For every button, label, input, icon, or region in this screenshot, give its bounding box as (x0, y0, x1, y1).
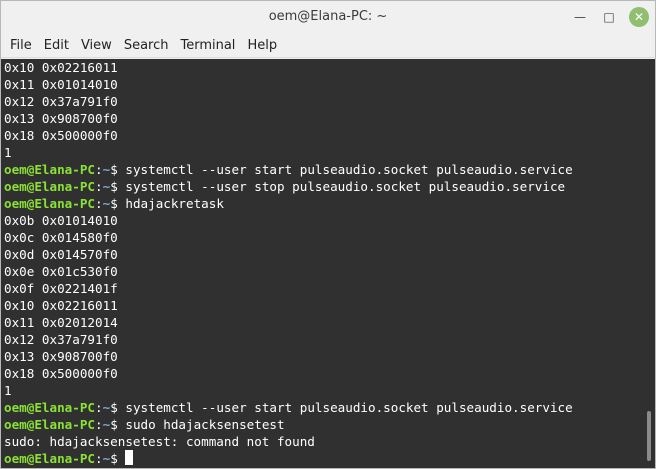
menu-terminal[interactable]: Terminal (174, 38, 241, 53)
prompt-separator: : (95, 451, 103, 466)
prompt-symbol: $ (110, 451, 126, 466)
command-text: systemctl --user start pulseaudio.socket… (125, 162, 573, 177)
close-icon[interactable]: ✕ (629, 7, 649, 27)
prompt-symbol: $ (110, 179, 126, 194)
output-line: sudo: hdajacksensetest: command not foun… (4, 434, 315, 449)
terminal-window: oem@Elana-PC: ~ — □ ✕ File Edit View Sea… (0, 0, 656, 469)
output-line: 1 (4, 145, 12, 160)
window-title: oem@Elana-PC: ~ (268, 9, 388, 24)
prompt-user: oem@Elana-PC (4, 179, 95, 194)
output-line: 0x0b 0x01014010 (4, 213, 118, 228)
menu-file[interactable]: File (4, 38, 38, 53)
menu-help[interactable]: Help (241, 38, 283, 53)
command-text: sudo hdajacksensetest (125, 417, 285, 432)
output-line: 0x10 0x02216011 (4, 298, 118, 313)
prompt-symbol: $ (110, 400, 126, 415)
output-line: 0x0e 0x01c530f0 (4, 264, 118, 279)
text-cursor[interactable] (125, 450, 134, 465)
prompt-separator: : (95, 162, 103, 177)
prompt-symbol: $ (110, 162, 126, 177)
output-line: 0x18 0x500000f0 (4, 128, 118, 143)
command-text: systemctl --user start pulseaudio.socket… (125, 400, 573, 415)
prompt-symbol: $ (110, 196, 126, 211)
maximize-icon[interactable]: □ (599, 7, 619, 27)
prompt-separator: : (95, 417, 103, 432)
title-bar[interactable]: oem@Elana-PC: ~ — □ ✕ (1, 1, 655, 33)
prompt-user: oem@Elana-PC (4, 162, 95, 177)
prompt-user: oem@Elana-PC (4, 400, 95, 415)
output-line: 0x13 0x908700f0 (4, 111, 118, 126)
minimize-icon[interactable]: — (570, 7, 590, 27)
command-line: oem@Elana-PC:~$ (4, 450, 642, 467)
command-text: hdajackretask (125, 196, 224, 211)
menu-edit[interactable]: Edit (38, 38, 75, 53)
terminal-output[interactable]: 0x10 0x02216011 0x11 0x01014010 0x12 0x37a… (1, 59, 642, 468)
prompt-separator: : (95, 400, 103, 415)
command-text: systemctl --user stop pulseaudio.socket … (125, 179, 566, 194)
output-line: 0x18 0x500000f0 (4, 366, 118, 381)
output-line: 0x12 0x37a791f0 (4, 94, 118, 109)
scrollbar-thumb[interactable] (647, 411, 651, 461)
output-line: 0x13 0x908700f0 (4, 349, 118, 364)
prompt-separator: : (95, 196, 103, 211)
output-line: 0x10 0x02216011 (4, 60, 118, 75)
output-line: 0x11 0x01014010 (4, 77, 118, 92)
menu-bar: File Edit View Search Terminal Help (1, 33, 655, 58)
output-line: 1 (4, 383, 12, 398)
output-line: 0x12 0x37a791f0 (4, 332, 118, 347)
command-line: oem@Elana-PC:~$ sudo hdajacksensetest (4, 416, 642, 433)
prompt-symbol: $ (110, 417, 126, 432)
prompt-user: oem@Elana-PC (4, 196, 95, 211)
command-line: oem@Elana-PC:~$ systemctl --user start p… (4, 161, 642, 178)
command-line: oem@Elana-PC:~$ systemctl --user start p… (4, 399, 642, 416)
menu-search[interactable]: Search (118, 38, 175, 53)
scrollbar[interactable] (642, 59, 655, 468)
output-line: 0x0d 0x014570f0 (4, 247, 118, 262)
command-line: oem@Elana-PC:~$ hdajackretask (4, 195, 642, 212)
output-line: 0x0f 0x0221401f (4, 281, 118, 296)
prompt-user: oem@Elana-PC (4, 417, 95, 432)
command-line: oem@Elana-PC:~$ systemctl --user stop pu… (4, 178, 642, 195)
output-line: 0x11 0x02012014 (4, 315, 118, 330)
prompt-separator: : (95, 179, 103, 194)
prompt-user: oem@Elana-PC (4, 451, 95, 466)
output-line: 0x0c 0x014580f0 (4, 230, 118, 245)
menu-view[interactable]: View (75, 38, 118, 53)
